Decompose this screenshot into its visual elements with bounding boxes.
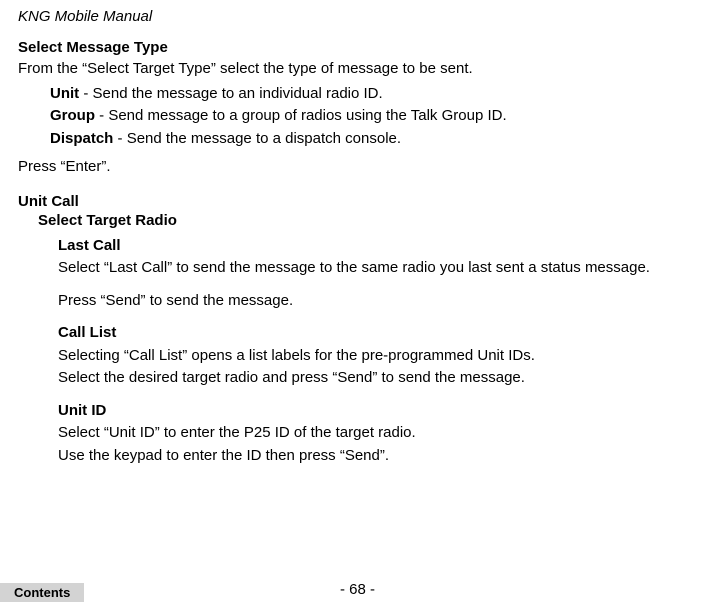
call-list-title: Call List [58,322,697,345]
select-target-radio-heading: Select Target Radio [38,212,697,229]
page-number: - 68 - [0,581,715,598]
term-dispatch: Dispatch [50,130,113,147]
call-list-line1: Selecting “Call List” opens a list label… [58,345,697,368]
desc-group: - Send message to a group of radios usin… [95,107,507,124]
last-call-block: Last Call Select “Last Call” to send the… [58,235,697,313]
select-message-type-section: Select Message Type From the “Select Tar… [18,39,697,179]
list-item-dispatch: Dispatch - Send the message to a dispatc… [50,128,697,151]
desc-unit: - Send the message to an individual radi… [79,85,383,102]
unit-id-title: Unit ID [58,400,697,423]
unit-id-block: Unit ID Select “Unit ID” to enter the P2… [58,400,697,468]
term-group: Group [50,107,95,124]
last-call-line2: Press “Send” to send the message. [58,290,697,313]
call-list-line2: Select the desired target radio and pres… [58,367,697,390]
last-call-title: Last Call [58,235,697,258]
list-item-unit: Unit - Send the message to an individual… [50,83,697,106]
press-enter: Press “Enter”. [18,156,697,179]
term-unit: Unit [50,85,79,102]
last-call-line1: Select “Last Call” to send the message t… [58,257,697,280]
unit-call-heading: Unit Call [18,193,697,210]
desc-dispatch: - Send the message to a dispatch console… [113,130,401,147]
message-type-list: Unit - Send the message to an individual… [50,83,697,151]
unit-call-section: Unit Call Select Target Radio Last Call … [18,193,697,468]
manual-title: KNG Mobile Manual [18,8,697,25]
call-list-block: Call List Selecting “Call List” opens a … [58,322,697,390]
list-item-group: Group - Send message to a group of radio… [50,105,697,128]
unit-id-line2: Use the keypad to enter the ID then pres… [58,445,697,468]
select-message-type-intro: From the “Select Target Type” select the… [18,58,697,81]
unit-id-line1: Select “Unit ID” to enter the P25 ID of … [58,422,697,445]
contents-tab[interactable]: Contents [0,583,84,602]
select-message-type-heading: Select Message Type [18,39,697,56]
